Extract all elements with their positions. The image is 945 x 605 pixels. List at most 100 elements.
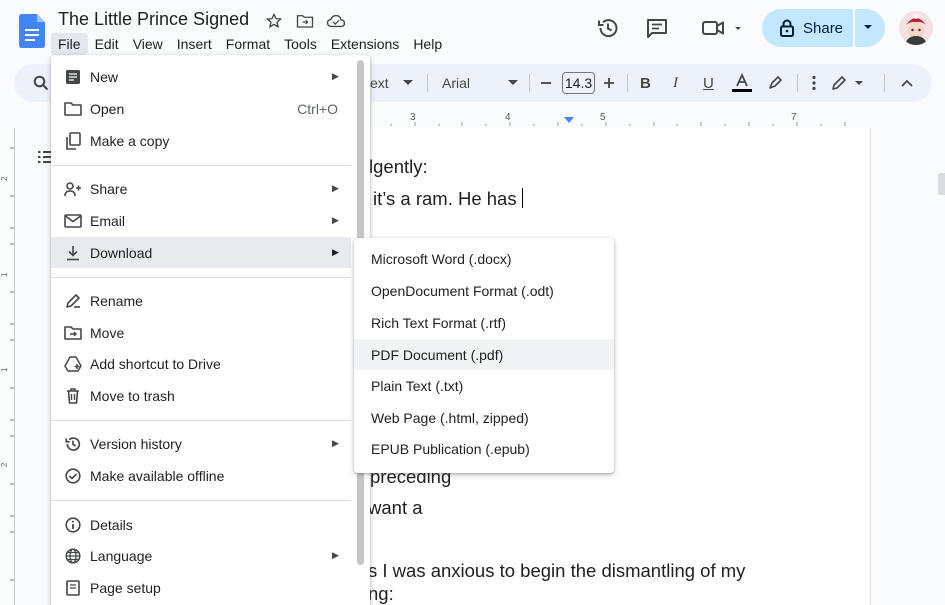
ruler-left-tick-3: 1	[0, 367, 9, 372]
plus-icon	[604, 78, 614, 88]
menu-item-share[interactable]: Share ▶	[51, 173, 351, 204]
indent-marker[interactable]	[564, 117, 574, 123]
menu-item-make-copy[interactable]: Make a copy	[51, 125, 351, 156]
download-txt[interactable]: Plain Text (.txt)	[354, 370, 614, 401]
download-submenu: Microsoft Word (.docx) OpenDocument Form…	[354, 238, 614, 473]
doc-line: s I was anxious to begin the dismantling…	[368, 560, 746, 581]
decrease-font-size-button[interactable]	[540, 64, 552, 102]
menu-help[interactable]: Help	[406, 33, 449, 55]
ruler-tick-7: 7	[791, 112, 797, 123]
font-size-input[interactable]: 14.3	[562, 72, 595, 94]
text-color-icon	[732, 72, 752, 92]
submenu-arrow-icon: ▶	[332, 215, 339, 225]
menu-item-move[interactable]: Move	[51, 317, 351, 348]
avatar[interactable]	[899, 11, 933, 45]
menu-extensions[interactable]: Extensions	[324, 33, 406, 55]
menu-item-move-to-trash[interactable]: Move to trash	[51, 380, 351, 411]
rename-icon	[64, 292, 82, 310]
chevron-up-icon	[901, 79, 913, 87]
font-dropdown[interactable]: Arial	[442, 64, 518, 102]
ruler-left-tick-2: 1	[0, 272, 9, 277]
drive-shortcut-icon	[64, 355, 82, 373]
menu-item-new[interactable]: New ▶	[51, 61, 351, 92]
submenu-arrow-icon: ▶	[332, 550, 339, 560]
menu-item-make-offline[interactable]: Make available offline	[51, 460, 351, 491]
ruler-tick-5: 5	[600, 112, 606, 123]
download-rtf[interactable]: Rich Text Format (.rtf)	[354, 307, 614, 338]
menu-tools[interactable]: Tools	[277, 33, 324, 55]
menu-item-page-setup[interactable]: Page setup	[51, 572, 351, 603]
cloud-status-icon[interactable]	[325, 11, 347, 31]
horizontal-ruler: 3 4 5 7	[355, 110, 870, 128]
menu-item-email[interactable]: Email ▶	[51, 205, 351, 236]
menu-format[interactable]: Format	[219, 33, 277, 55]
vertical-ruler: 2 1 1 2	[0, 128, 18, 605]
italic-button[interactable]: I	[673, 64, 678, 102]
file-menu: New ▶ Open Ctrl+O Make a copy Share ▶ Em…	[51, 55, 370, 605]
download-docx[interactable]: Microsoft Word (.docx)	[354, 243, 614, 274]
download-odt[interactable]: OpenDocument Format (.odt)	[354, 275, 614, 306]
info-icon	[64, 516, 82, 534]
editing-mode-button[interactable]	[831, 64, 865, 102]
collapse-toolbar-button[interactable]	[901, 64, 913, 102]
email-icon	[64, 212, 82, 230]
chevron-down-icon	[402, 80, 413, 85]
page-scrollbar[interactable]	[938, 173, 945, 195]
menu-edit[interactable]: Edit	[88, 33, 126, 55]
menu-file[interactable]: File	[51, 33, 88, 55]
share-person-icon	[64, 180, 82, 198]
menu-item-open[interactable]: Open Ctrl+O	[51, 93, 351, 124]
ruler-tick-4: 4	[505, 112, 511, 123]
ruler-tick-3: 3	[410, 112, 416, 123]
menu-item-version-history[interactable]: Version history ▶	[51, 428, 351, 459]
share-dropdown-icon[interactable]	[863, 23, 873, 31]
submenu-arrow-icon: ▶	[332, 438, 339, 448]
search-menus-icon[interactable]	[33, 64, 49, 102]
menu-view[interactable]: View	[126, 33, 170, 55]
doc-line: want a	[368, 497, 423, 518]
menu-insert[interactable]: Insert	[170, 33, 219, 55]
bold-button[interactable]: B	[640, 64, 651, 102]
highlighter-icon	[769, 76, 782, 89]
version-history-button[interactable]	[591, 11, 625, 45]
history-icon	[64, 435, 82, 453]
meet-button[interactable]	[695, 11, 745, 45]
increase-font-size-button[interactable]	[603, 64, 615, 102]
history-icon	[598, 19, 618, 38]
download-pdf[interactable]: PDF Document (.pdf)	[354, 339, 614, 370]
trash-icon	[64, 387, 82, 405]
doc-line-with-cursor: it’s a ram. He has	[373, 188, 523, 210]
docs-logo-icon[interactable]	[19, 14, 45, 48]
doc-line: lgently:	[369, 156, 428, 177]
folder-open-icon	[64, 100, 82, 118]
menu-item-language[interactable]: Language ▶	[51, 540, 351, 571]
star-icon[interactable]	[263, 11, 285, 31]
underline-button[interactable]: U	[703, 64, 714, 102]
share-label: Share	[803, 19, 844, 37]
submenu-arrow-icon: ▶	[332, 247, 339, 257]
ruler-left-tick-1: 2	[0, 176, 9, 181]
text-color-button[interactable]	[731, 64, 753, 102]
menu-item-rename[interactable]: Rename	[51, 285, 351, 316]
menu-item-download[interactable]: Download ▶	[51, 237, 351, 268]
highlight-color-button[interactable]	[767, 64, 783, 102]
download-html[interactable]: Web Page (.html, zipped)	[354, 402, 614, 433]
move-folder-icon[interactable]	[294, 11, 316, 31]
lock-icon	[780, 19, 794, 37]
submenu-arrow-icon: ▶	[332, 71, 339, 81]
doc-line: ng:	[368, 583, 394, 604]
globe-icon	[64, 547, 82, 565]
share-button[interactable]: Share	[762, 9, 885, 47]
submenu-arrow-icon: ▶	[332, 183, 339, 193]
move-folder-icon	[64, 324, 82, 342]
menubar: File Edit View Insert Format Tools Exten…	[51, 33, 449, 55]
offline-icon	[64, 467, 82, 485]
more-options-icon[interactable]	[812, 64, 816, 102]
comments-button[interactable]	[640, 11, 674, 45]
menu-item-add-shortcut[interactable]: Add shortcut to Drive	[51, 348, 351, 379]
menu-item-details[interactable]: Details	[51, 509, 351, 540]
download-icon	[64, 244, 82, 262]
document-title[interactable]: The Little Prince Signed	[58, 9, 249, 30]
paragraph-style-dropdown[interactable]: ext	[370, 64, 413, 102]
download-epub[interactable]: EPUB Publication (.epub)	[354, 433, 614, 464]
